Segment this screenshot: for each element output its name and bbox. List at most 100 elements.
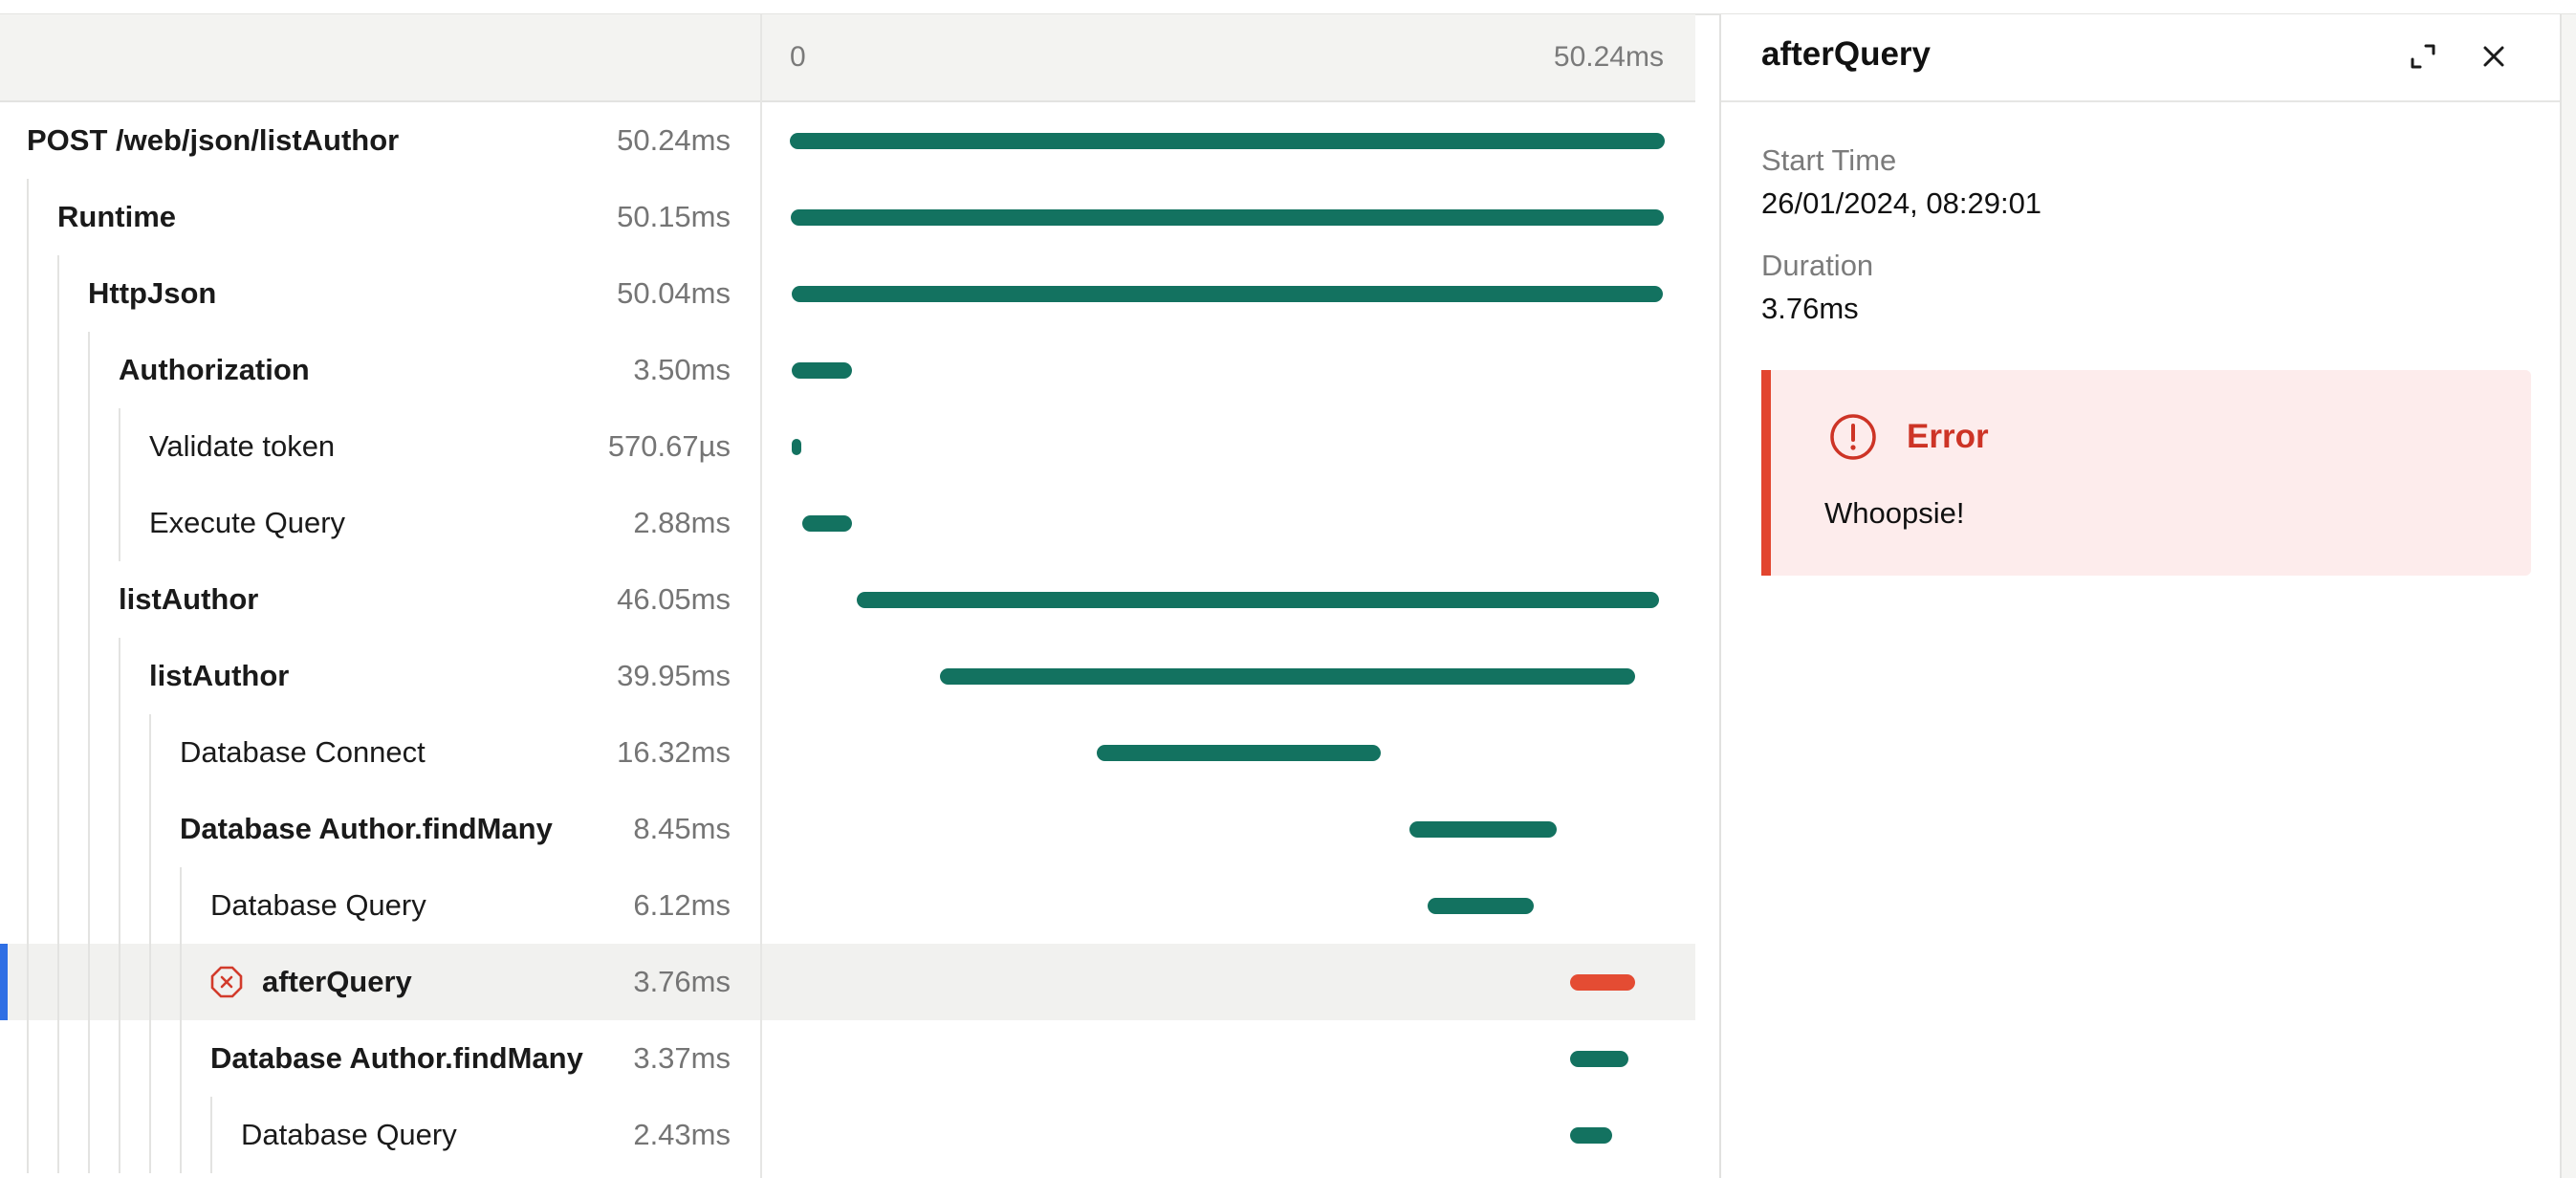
- span-duration: 3.76ms: [633, 965, 731, 998]
- tree-guide-line: [119, 944, 120, 1020]
- timeline-tick-start: 0: [790, 41, 806, 73]
- timeline-tick-end: 50.24ms: [1553, 41, 1664, 73]
- span-bar: [1569, 1051, 1629, 1067]
- span-list: POST /web/json/listAuthor 50.24ms Runtime 5…: [0, 102, 1695, 1173]
- tree-guide-line: [119, 485, 120, 561]
- tree-guide-line: [180, 944, 182, 1020]
- close-button[interactable]: [2477, 39, 2511, 74]
- span-name: Runtime: [57, 200, 176, 233]
- details-header: afterQuery: [1721, 14, 2560, 102]
- span-row[interactable]: afterQuery 3.76ms: [0, 944, 1695, 1020]
- tree-guide-line: [57, 1097, 59, 1173]
- tree-guide-line: [57, 255, 59, 332]
- span-name-column-header: [0, 14, 760, 100]
- tree-guide-line: [27, 408, 29, 485]
- start-time-label: Start Time: [1761, 143, 1897, 177]
- span-bar: [801, 515, 853, 532]
- span-name: Database Author.findMany: [210, 1041, 583, 1075]
- tree-guide-line: [88, 408, 90, 485]
- error-x-icon: [210, 966, 243, 998]
- tree-guide-line: [57, 485, 59, 561]
- span-name: HttpJson: [88, 276, 217, 310]
- right-edge-strip: [2560, 14, 2576, 1178]
- span-bar: [1427, 898, 1535, 914]
- tree-guide-line: [119, 791, 120, 867]
- span-name: POST /web/json/listAuthor: [27, 123, 400, 157]
- span-duration: 2.88ms: [633, 506, 731, 539]
- span-duration: 50.15ms: [617, 200, 731, 233]
- duration-value: 3.76ms: [1761, 292, 1859, 325]
- span-duration: 3.37ms: [633, 1041, 731, 1075]
- span-bar: [791, 286, 1664, 302]
- span-duration: 6.12ms: [633, 888, 731, 922]
- alert-circle-icon: [1830, 414, 1876, 460]
- tree-guide-line: [149, 1097, 151, 1173]
- span-duration: 3.50ms: [633, 353, 731, 386]
- span-row[interactable]: HttpJson 50.04ms: [0, 255, 1695, 332]
- tree-guide-line: [27, 332, 29, 408]
- tree-guide-line: [57, 332, 59, 408]
- tree-guide-line: [57, 791, 59, 867]
- span-details-panel: afterQuery Start Time 26/01/2024, 08:29:…: [1721, 14, 2560, 1178]
- span-duration: 46.05ms: [617, 582, 731, 616]
- tree-guide-line: [119, 1097, 120, 1173]
- tree-guide-line: [27, 1020, 29, 1097]
- span-name: Validate token: [149, 429, 336, 463]
- tree-guide-line: [27, 255, 29, 332]
- tree-guide-line: [149, 714, 151, 791]
- span-name: Database Author.findMany: [180, 812, 553, 845]
- span-name: afterQuery: [262, 965, 412, 998]
- tree-guide-line: [180, 1020, 182, 1097]
- tree-guide-line: [88, 485, 90, 561]
- duration-label: Duration: [1761, 249, 1874, 282]
- span-name: Authorization: [119, 353, 310, 386]
- tree-guide-line: [27, 485, 29, 561]
- span-row[interactable]: Validate token 570.67µs: [0, 408, 1695, 485]
- span-duration: 2.43ms: [633, 1118, 731, 1151]
- span-row[interactable]: listAuthor 39.95ms: [0, 638, 1695, 714]
- span-bar: [857, 592, 1659, 608]
- span-row[interactable]: Database Query 2.43ms: [0, 1097, 1695, 1173]
- tree-guide-line: [27, 791, 29, 867]
- expand-icon: [2411, 44, 2435, 69]
- tree-guide-line: [57, 944, 59, 1020]
- tree-guide-line: [180, 867, 182, 944]
- tree-guide-line: [88, 714, 90, 791]
- span-row[interactable]: Authorization 3.50ms: [0, 332, 1695, 408]
- span-row[interactable]: Database Query 6.12ms: [0, 867, 1695, 944]
- tree-guide-line: [149, 944, 151, 1020]
- span-bar: [1569, 1127, 1613, 1144]
- tree-guide-line: [119, 714, 120, 791]
- span-row[interactable]: Runtime 50.15ms: [0, 179, 1695, 255]
- tree-guide-line: [57, 408, 59, 485]
- error-callout: Error Whoopsie!: [1761, 370, 2531, 576]
- error-title: Error: [1907, 418, 1989, 455]
- span-bar: [1096, 745, 1381, 761]
- column-divider: [760, 14, 762, 1178]
- tree-guide-line: [27, 638, 29, 714]
- start-time-value: 26/01/2024, 08:29:01: [1761, 186, 2042, 220]
- span-duration: 39.95ms: [617, 659, 731, 692]
- span-bar: [791, 362, 853, 379]
- tree-guide-line: [57, 561, 59, 638]
- tree-guide-line: [57, 867, 59, 944]
- span-row[interactable]: listAuthor 46.05ms: [0, 561, 1695, 638]
- tree-guide-line: [88, 561, 90, 638]
- span-bar: [791, 439, 802, 455]
- span-bar: [790, 133, 1665, 149]
- span-row[interactable]: Database Author.findMany 3.37ms: [0, 1020, 1695, 1097]
- span-row[interactable]: POST /web/json/listAuthor 50.24ms: [0, 102, 1695, 179]
- tree-guide-line: [88, 791, 90, 867]
- span-row[interactable]: Database Author.findMany 8.45ms: [0, 791, 1695, 867]
- span-name: Database Query: [210, 888, 426, 922]
- span-row[interactable]: Execute Query 2.88ms: [0, 485, 1695, 561]
- span-duration: 570.67µs: [607, 429, 731, 463]
- span-name: Database Query: [241, 1118, 457, 1151]
- expand-button[interactable]: [2406, 39, 2440, 74]
- tree-guide-line: [88, 944, 90, 1020]
- tree-guide-line: [119, 1020, 120, 1097]
- trace-waterfall: 0 50.24ms POST /web/json/listAuthor 50.24…: [0, 14, 1695, 1178]
- tree-guide-line: [27, 867, 29, 944]
- span-row[interactable]: Database Connect 16.32ms: [0, 714, 1695, 791]
- timeline-header: 0 50.24ms: [0, 14, 1695, 102]
